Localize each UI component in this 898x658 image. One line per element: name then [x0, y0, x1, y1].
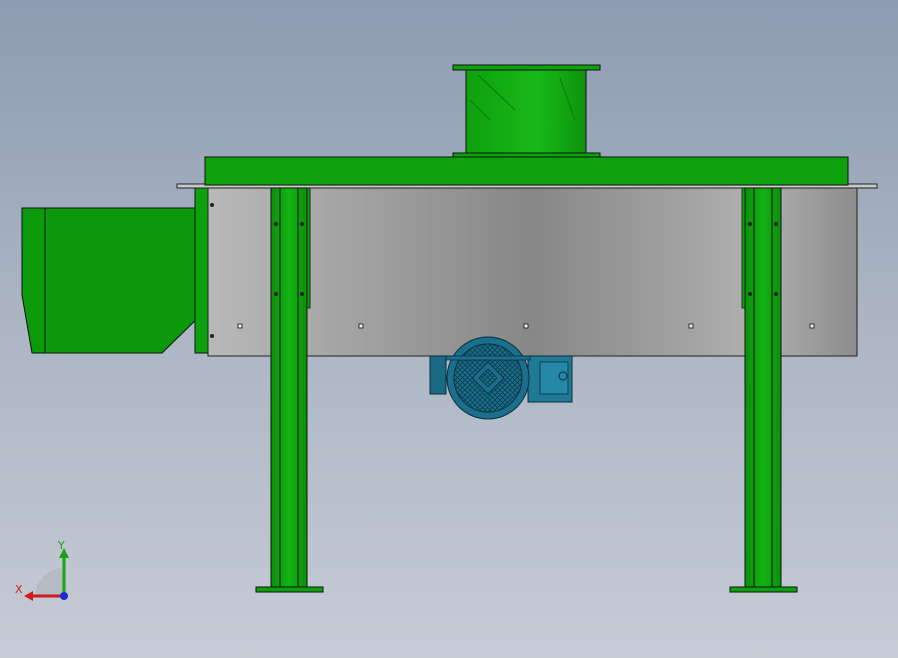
model-canvas[interactable]: Y X [0, 0, 898, 658]
graphics-viewport[interactable]: Y X [0, 0, 898, 658]
x-axis-label: X [15, 583, 23, 596]
z-axis-dot [60, 592, 68, 600]
flange-bolt [210, 334, 214, 338]
x-arrowhead-icon [24, 591, 33, 601]
orientation-triad[interactable]: Y X [15, 539, 69, 601]
flange-bolt [210, 203, 214, 207]
top-cover-frame[interactable] [204, 156, 849, 186]
discharge-chute[interactable] [21, 207, 209, 354]
inlet-cylinder[interactable] [452, 64, 601, 158]
triad-quadrant [35, 568, 64, 597]
y-axis-label: Y [57, 539, 65, 552]
